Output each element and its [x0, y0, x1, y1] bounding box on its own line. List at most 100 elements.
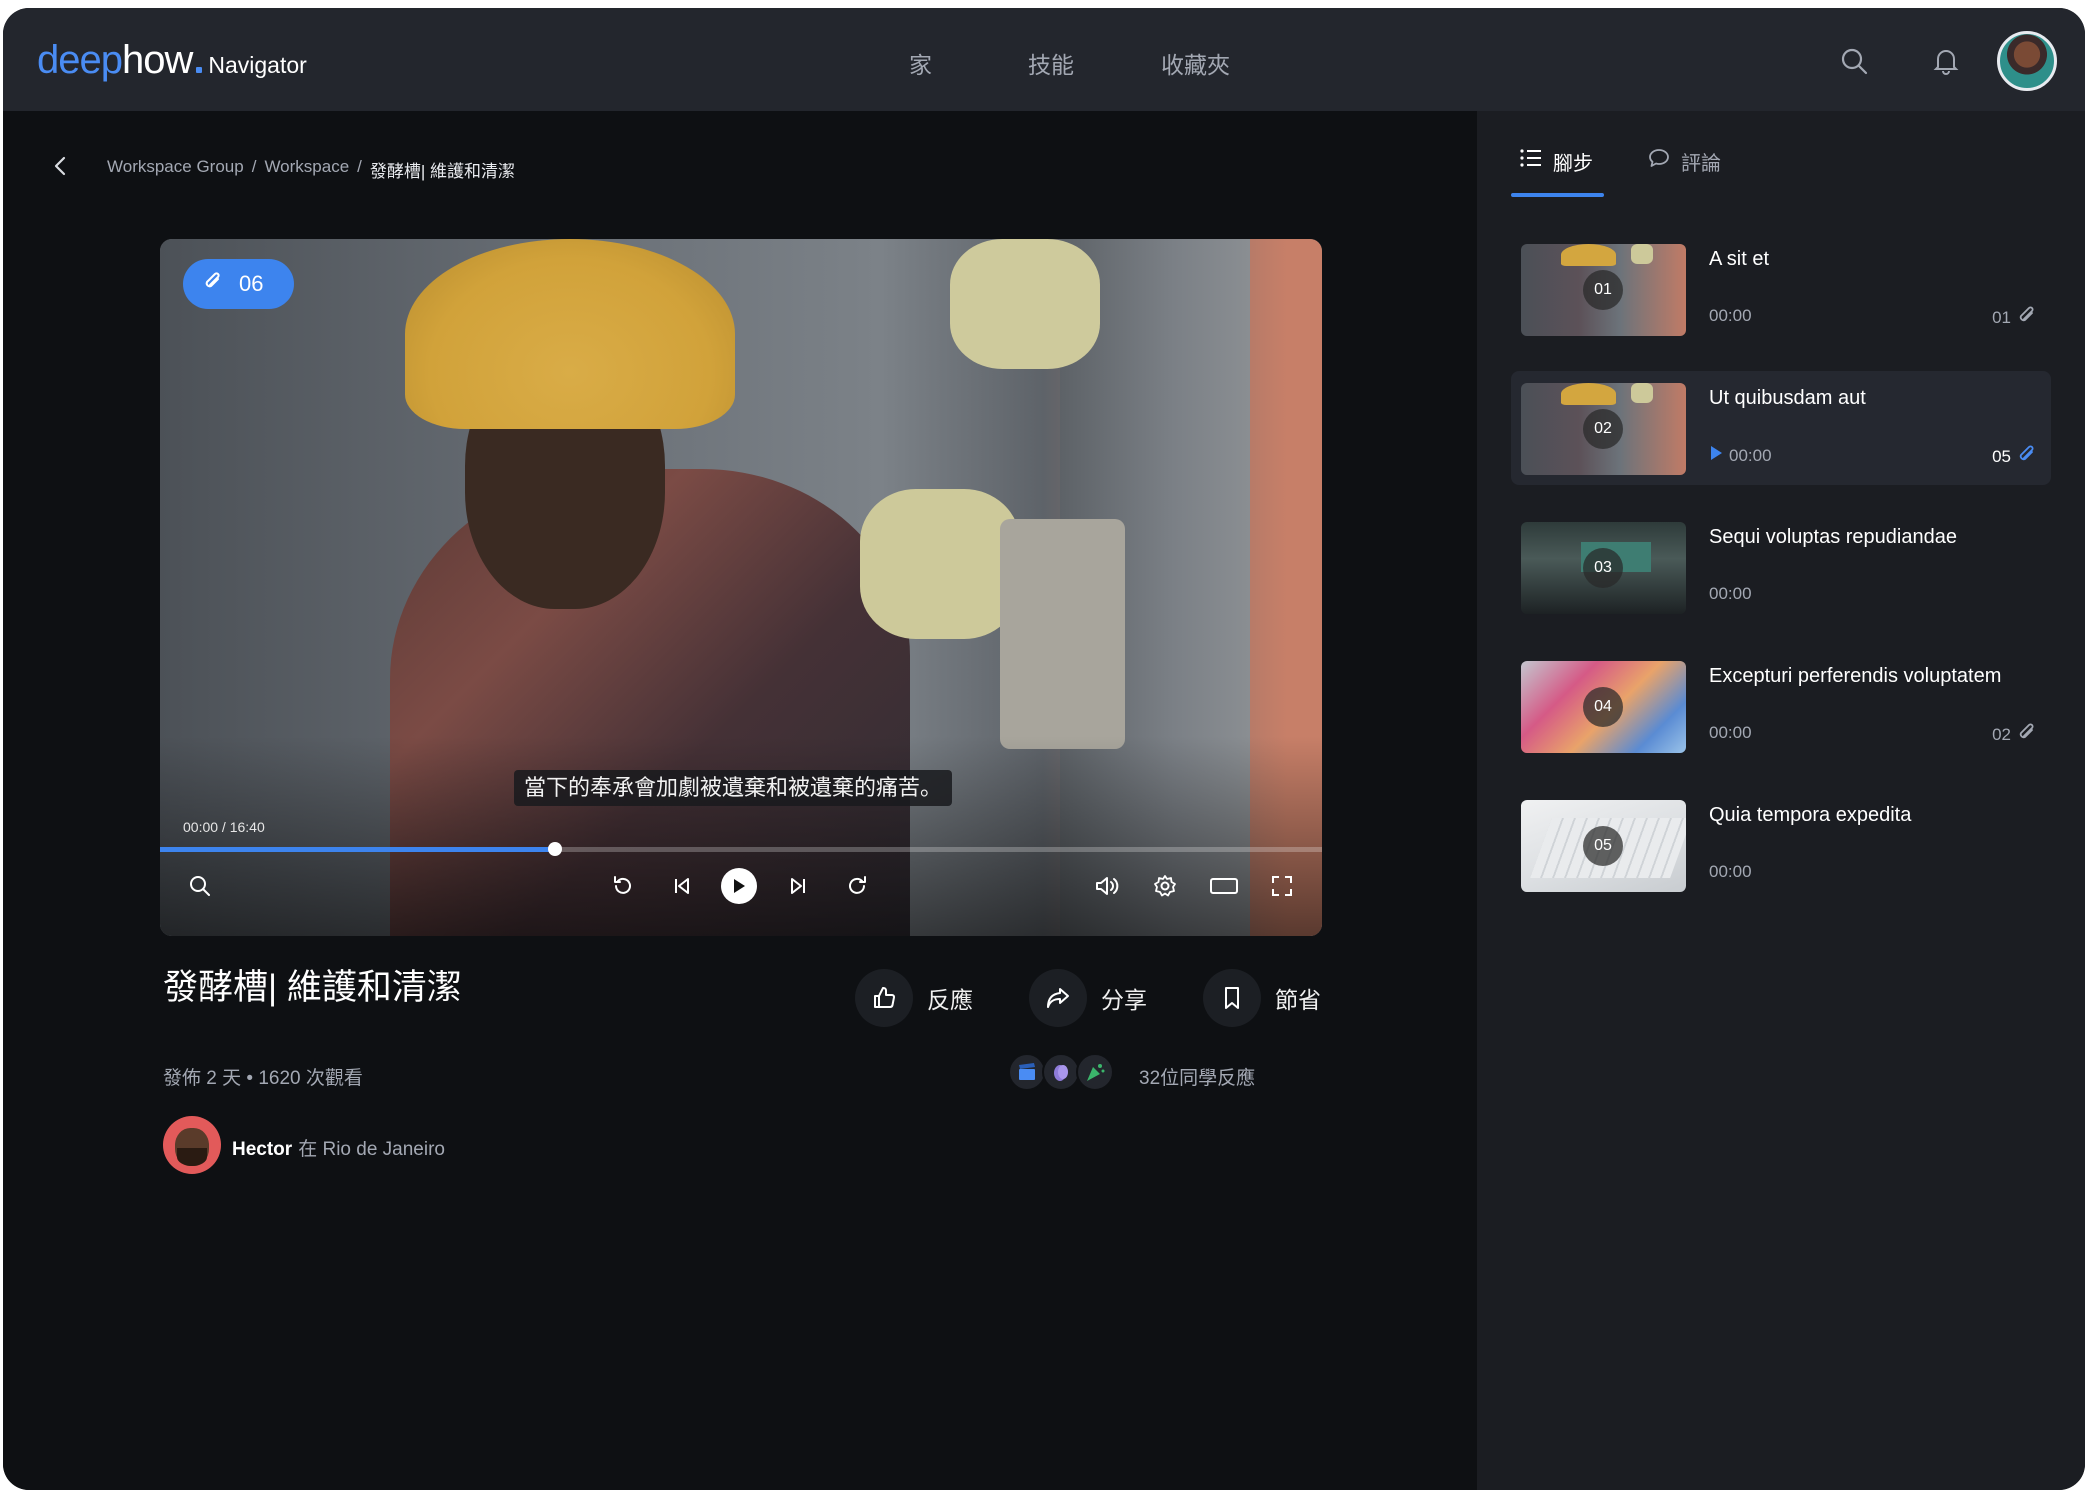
volume-icon[interactable]	[1090, 869, 1124, 903]
app-window: deep how Navigator 家 技能 收藏夾 Workspace Grou…	[3, 8, 2085, 1490]
share-button[interactable]: 分享	[1029, 968, 1147, 1028]
fullscreen-icon[interactable]	[1265, 869, 1299, 903]
step-item[interactable]: 01 A sit et 00:00 01	[1511, 232, 2051, 346]
video-player[interactable]: 06 當下的奉承會加劇被遺棄和被遺棄的痛苦。 00:00 / 16:40	[160, 239, 1322, 936]
active-tab-indicator	[1511, 193, 1604, 197]
save-label: 節省	[1275, 987, 1321, 1013]
video-controls-shade	[160, 736, 1322, 936]
author-location: 在 Rio de Janeiro	[298, 1139, 445, 1160]
theater-mode-icon[interactable]	[1207, 869, 1241, 903]
step-time: 00:00	[1709, 306, 1752, 326]
video-glove	[950, 239, 1100, 369]
attachment-badge[interactable]: 06	[183, 259, 294, 309]
step-thumbnail: 02	[1521, 383, 1686, 475]
settings-gear-icon[interactable]	[1148, 869, 1182, 903]
nav-skills[interactable]: 技能	[1028, 46, 1074, 80]
user-avatar[interactable]	[1997, 31, 2057, 91]
react-button[interactable]: 反應	[855, 968, 973, 1028]
rewind-icon[interactable]	[606, 869, 640, 903]
step-title: A sit et	[1709, 248, 1770, 270]
clapperboard-icon	[1008, 1053, 1046, 1091]
main-content: Workspace Group / Workspace / 發酵槽| 維護和清潔…	[3, 111, 1477, 1490]
nav-favorites[interactable]: 收藏夾	[1161, 46, 1230, 80]
back-arrow-icon[interactable]	[49, 154, 73, 178]
attachment-count: 06	[239, 271, 264, 296]
bookmark-icon	[1203, 969, 1261, 1027]
step-time: 00:00	[1709, 584, 1752, 604]
thumb-hat	[1561, 383, 1616, 405]
share-arrow-icon	[1029, 969, 1087, 1027]
paperclip-icon	[203, 270, 223, 298]
breadcrumb-workspace[interactable]: Workspace	[264, 157, 349, 182]
tab-steps[interactable]: 腳步	[1519, 146, 1593, 176]
breadcrumb-current: 發酵槽| 維護和清潔	[369, 162, 516, 181]
step-time: 00:00	[1709, 445, 1772, 466]
thumb-glove	[1631, 244, 1653, 264]
previous-step-icon[interactable]	[665, 869, 699, 903]
nav-home[interactable]: 家	[909, 46, 932, 80]
step-thumbnail: 01	[1521, 244, 1686, 336]
clapping-hands-icon	[1042, 1053, 1080, 1091]
step-item-selected[interactable]: 02 Ut quibusdam aut 00:00 05	[1511, 371, 2051, 485]
breadcrumb-separator: /	[357, 157, 362, 176]
step-title: Sequi voluptas repudiandae	[1709, 526, 1957, 548]
thumb-hat	[1561, 244, 1616, 266]
step-item[interactable]: 03 Sequi voluptas repudiandae 00:00	[1511, 510, 2051, 624]
step-title: Quia tempora expedita	[1709, 804, 1912, 826]
breadcrumb-separator: /	[251, 157, 257, 176]
step-attachment-count: 01	[1992, 307, 2011, 327]
comment-bubble-icon	[1647, 147, 1671, 175]
playing-indicator-icon	[1709, 445, 1723, 466]
play-icon	[734, 879, 745, 893]
paperclip-icon	[2017, 721, 2037, 748]
tab-steps-label: 腳步	[1553, 152, 1593, 175]
notification-bell-icon[interactable]	[1929, 44, 1963, 78]
step-time-text: 00:00	[1709, 723, 1752, 742]
reactions-count: 32位同學反應	[1139, 1068, 1256, 1089]
step-number: 03	[1583, 548, 1623, 588]
list-icon	[1519, 147, 1543, 175]
step-attachments[interactable]: 01	[1992, 304, 2037, 331]
video-hard-hat	[405, 239, 735, 429]
step-thumbnail: 04	[1521, 661, 1686, 753]
progress-fill	[160, 847, 556, 852]
progress-bar[interactable]	[160, 842, 1322, 856]
steps-sidebar: 腳步 評論 01 A sit et 00:00 01 02 Ut quibusd…	[1477, 111, 2085, 1490]
step-time-text: 00:00	[1709, 584, 1752, 603]
step-number: 01	[1583, 270, 1623, 310]
step-time: 00:00	[1709, 723, 1752, 743]
step-item[interactable]: 05 Quia tempora expedita 00:00	[1511, 788, 2051, 902]
author-beard	[177, 1148, 207, 1166]
breadcrumb: Workspace Group / Workspace / 發酵槽| 維護和清潔	[107, 157, 515, 182]
step-time-text: 00:00	[1709, 306, 1752, 325]
reaction-icons[interactable]	[1008, 1053, 1114, 1091]
video-meta: 發佈 2 天 • 1620 次觀看	[163, 1068, 363, 1089]
video-search-icon[interactable]	[183, 869, 217, 903]
logo-how-text: how	[121, 38, 193, 82]
author-avatar[interactable]	[163, 1116, 221, 1174]
thumb-glove	[1631, 383, 1653, 403]
step-item[interactable]: 04 Excepturi perferendis voluptatem 00:0…	[1511, 649, 2051, 763]
step-time-text: 00:00	[1729, 445, 1772, 465]
tab-comments[interactable]: 評論	[1647, 146, 1721, 176]
search-icon[interactable]	[1837, 44, 1871, 78]
video-title: 發酵槽| 維護和清潔	[163, 968, 462, 1007]
step-attachment-count: 05	[1992, 446, 2011, 466]
breadcrumb-workspace-group[interactable]: Workspace Group	[107, 157, 244, 182]
step-attachments[interactable]: 05	[1992, 443, 2037, 470]
forward-icon[interactable]	[840, 869, 874, 903]
logo-dot	[196, 67, 203, 73]
video-time: 00:00 / 16:40	[183, 819, 265, 835]
party-popper-icon	[1076, 1053, 1114, 1091]
video-glove	[860, 489, 1020, 639]
paperclip-icon	[2017, 304, 2037, 331]
next-step-icon[interactable]	[781, 869, 815, 903]
tab-comments-label: 評論	[1681, 152, 1721, 175]
progress-handle[interactable]	[548, 842, 563, 856]
top-bar: deep how Navigator 家 技能 收藏夾	[3, 8, 2085, 111]
step-attachments[interactable]: 02	[1992, 721, 2037, 748]
play-button[interactable]	[721, 868, 757, 904]
save-button[interactable]: 節省	[1203, 968, 1321, 1028]
deephow-logo[interactable]: deep how Navigator	[37, 38, 307, 83]
author-name[interactable]: Hector	[232, 1139, 292, 1160]
